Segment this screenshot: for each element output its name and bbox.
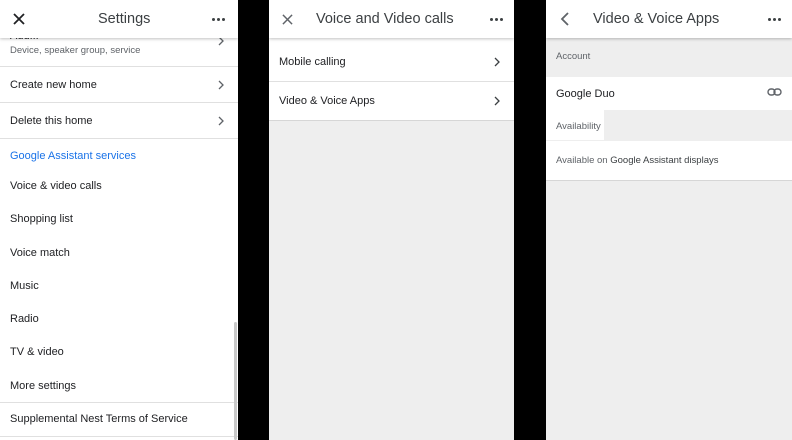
scrollbar[interactable] [234,322,237,440]
service-music[interactable]: Music [0,275,238,297]
video-voice-apps-row[interactable]: Video & Voice Apps [269,82,514,120]
availability-card: Available on Google Assistant displays [546,141,792,180]
close-icon[interactable] [272,0,302,38]
availability-row: Available on Google Assistant displays [546,141,792,180]
create-new-home-label: Create new home [10,78,97,91]
divider [0,138,238,139]
delete-home-row[interactable]: Delete this home [0,103,238,138]
chevron-right-icon [218,116,224,125]
address-subtitle: Device, speaker group, service [10,45,141,56]
mobile-calling-row[interactable]: Mobile calling [269,42,514,81]
back-arrow-icon[interactable] [550,0,580,38]
service-nest-terms[interactable]: Supplemental Nest Terms of Service [0,408,238,430]
divider [0,402,238,403]
availability-prefix: Available on [556,155,611,166]
divider [546,180,792,181]
calls-header: Voice and Video calls [269,0,514,38]
account-card[interactable]: Google Duo [546,77,792,110]
service-shopping-list[interactable]: Shopping list [0,208,238,230]
page-title: Video & Voice Apps [593,11,720,27]
availability-value: Google Assistant displays [610,155,719,166]
availability-section-label: Availability [556,121,601,132]
service-voice-match[interactable]: Voice match [0,242,238,264]
settings-panel: Settings Add... Device, speaker group, s… [0,0,238,440]
settings-header: Settings [0,0,238,38]
close-icon[interactable] [4,0,34,38]
account-section-label: Account [556,51,591,62]
google-duo-label: Google Duo [556,87,615,100]
more-vert-icon[interactable] [484,0,508,38]
voice-video-calls-panel: Voice and Video calls Mobile calling Vid… [269,0,514,440]
service-more-settings[interactable]: More settings [0,375,238,397]
availability-label-card: Availability [546,110,604,140]
chevron-right-icon [494,57,500,66]
service-radio[interactable]: Radio [0,308,238,330]
create-new-home-row[interactable]: Create new home [0,67,238,102]
video-voice-apps-label: Video & Voice Apps [279,95,375,107]
page-title: Settings [98,11,151,27]
divider [269,120,514,121]
video-voice-apps-panel: Video & Voice Apps Account Google Duo Av… [546,0,792,440]
page-title: Voice and Video calls [316,11,454,27]
service-tv-video[interactable]: TV & video [0,341,238,363]
google-duo-row[interactable]: Google Duo [546,77,792,110]
more-vert-icon[interactable] [206,0,230,38]
service-voice-video-calls[interactable]: Voice & video calls [0,175,238,197]
calls-options-card: Mobile calling Video & Voice Apps [269,38,514,120]
chevron-right-icon [494,96,500,106]
apps-header: Video & Voice Apps [546,0,792,38]
chevron-right-icon [218,80,224,89]
assistant-services-header: Google Assistant services [10,150,136,162]
delete-home-label: Delete this home [10,114,93,127]
mobile-calling-label: Mobile calling [279,55,346,68]
link-icon[interactable] [767,87,782,100]
divider [0,436,238,437]
more-vert-icon[interactable] [762,0,786,38]
